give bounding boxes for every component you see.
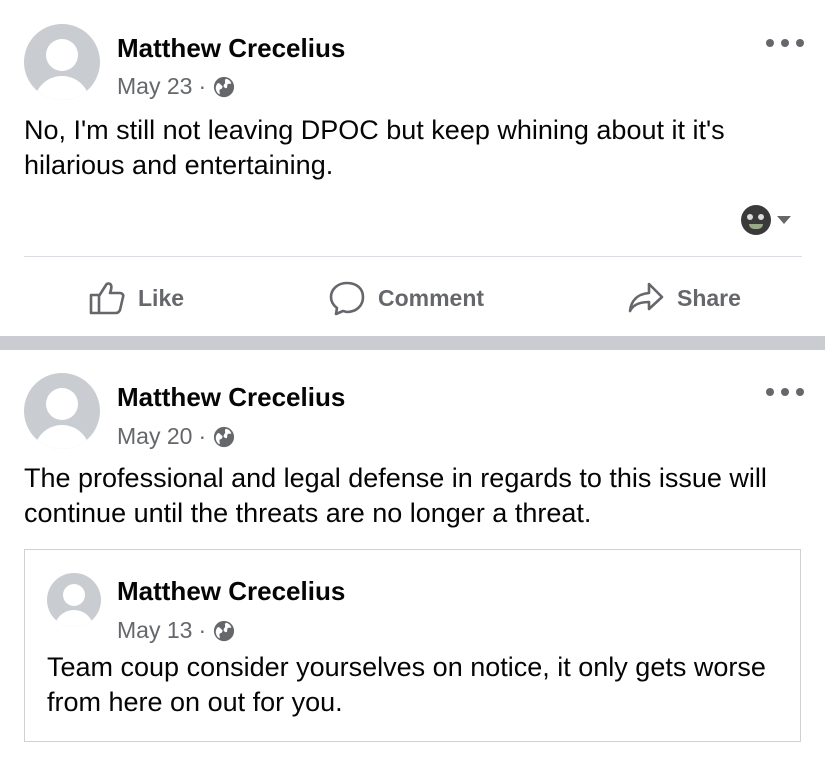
feed-separator <box>0 336 825 350</box>
post-date[interactable]: May 20 <box>117 423 192 450</box>
more-options-icon[interactable] <box>766 38 804 48</box>
post-text: Team coup consider yourselves on notice,… <box>47 652 766 717</box>
author-name[interactable]: Matthew Crecelius <box>117 33 345 64</box>
share-icon <box>628 282 664 313</box>
globe-icon <box>214 620 235 641</box>
divider <box>24 256 802 257</box>
post-date[interactable]: May 13 <box>117 617 192 644</box>
meta-separator: · <box>198 73 207 99</box>
globe-icon <box>214 426 235 447</box>
post-meta: May 13 · <box>117 617 235 644</box>
comment-icon <box>329 281 365 316</box>
like-label: Like <box>138 284 185 311</box>
post-text: No, I'm still not leaving DPOC but keep … <box>24 115 725 180</box>
shared-post[interactable]: Matthew Crecelius May 13 · Team coup con… <box>24 549 801 742</box>
avatar[interactable] <box>24 373 100 449</box>
meta-separator: · <box>198 423 207 449</box>
post-date[interactable]: May 23 <box>117 73 192 100</box>
author-name[interactable]: Matthew Crecelius <box>117 382 345 413</box>
avatar[interactable] <box>24 24 100 100</box>
meta-separator: · <box>198 617 207 643</box>
caret-down-icon <box>777 216 791 224</box>
post-meta: May 23 · <box>117 73 235 100</box>
avatar[interactable] <box>47 573 101 627</box>
comment-label: Comment <box>378 284 485 311</box>
post-text: The professional and legal defense in re… <box>24 463 767 528</box>
reaction-selector[interactable] <box>741 205 791 235</box>
thumbs-up-icon <box>89 282 125 315</box>
globe-icon <box>214 76 235 97</box>
share-button[interactable]: Share <box>627 280 741 316</box>
profile-reaction-icon <box>741 205 771 235</box>
author-name[interactable]: Matthew Crecelius <box>117 576 345 607</box>
share-label: Share <box>677 284 741 311</box>
post-1: Matthew Crecelius May 23 · No, I'm still… <box>0 0 825 336</box>
post-meta: May 20 · <box>117 423 235 450</box>
like-button[interactable]: Like <box>88 280 184 316</box>
more-options-icon[interactable] <box>766 387 804 397</box>
comment-button[interactable]: Comment <box>328 280 484 316</box>
